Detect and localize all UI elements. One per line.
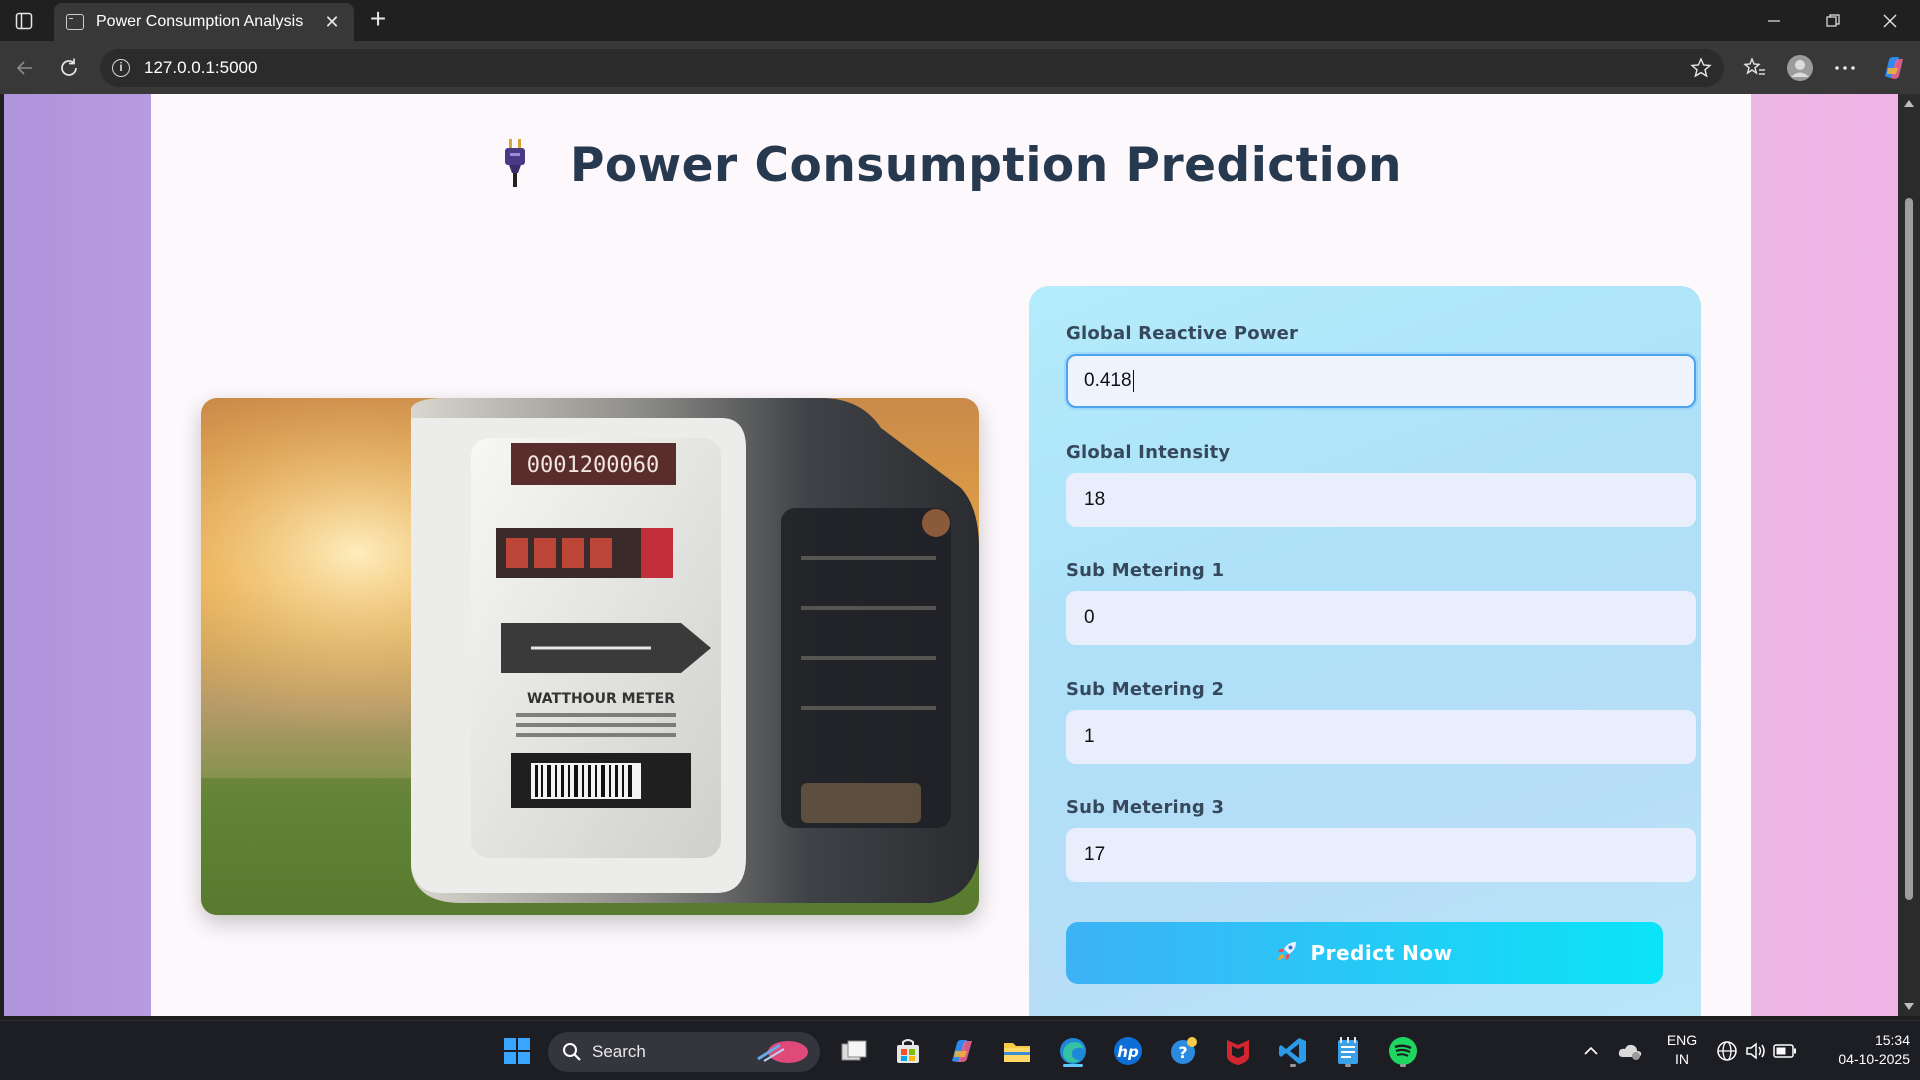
page-title-text: Power Consumption Prediction [569, 138, 1402, 193]
page-title: Power Consumption Prediction [151, 138, 1751, 193]
clock-date: 04-10-2025 [1838, 1051, 1910, 1067]
field-label: Global Reactive Power [1066, 323, 1299, 344]
browser-tab-active[interactable]: Power Consumption Analysis ✕ [54, 3, 354, 41]
clock[interactable]: 15:34 04-10-2025 [1810, 1031, 1910, 1069]
content-card: Power Consumption Prediction 0001200060 … [151, 94, 1751, 1016]
language-text: ENG [1666, 1032, 1698, 1048]
windows-start-icon[interactable] [499, 1033, 535, 1069]
input-value: 0.418 [1084, 370, 1132, 391]
task-view-icon[interactable] [836, 1033, 872, 1069]
input-value: 1 [1084, 726, 1095, 747]
field-label: Sub Metering 3 [1066, 797, 1225, 818]
input-value: 17 [1084, 844, 1106, 865]
file-explorer-icon[interactable] [999, 1033, 1035, 1069]
browser-titlebar: Power Consumption Analysis ✕ + [0, 0, 1920, 41]
tab-favicon-icon [66, 14, 84, 30]
more-options-icon[interactable] [1830, 53, 1860, 83]
notepad-icon[interactable] [1330, 1033, 1366, 1069]
copilot-icon[interactable] [1878, 53, 1908, 83]
tab-close-icon[interactable]: ✕ [322, 12, 342, 33]
scroll-up-icon[interactable] [1904, 100, 1914, 107]
site-info-icon[interactable]: i [112, 59, 130, 77]
meter-serial-text: 0001200060 [527, 453, 659, 478]
chevron-up-icon[interactable] [1575, 1033, 1607, 1069]
back-button[interactable] [10, 53, 40, 83]
refresh-button[interactable] [54, 53, 84, 83]
vscode-icon[interactable] [1275, 1033, 1311, 1069]
page-scrollbar[interactable] [1898, 94, 1920, 1016]
windows-taskbar: Search hp ? ENG IN 15:34 04-10-2025 [0, 1020, 1920, 1080]
search-icon [563, 1043, 581, 1061]
cloud-sync-icon[interactable] [1614, 1033, 1646, 1069]
rocket-icon [1276, 940, 1298, 967]
predict-button-label: Predict Now [1310, 941, 1453, 965]
close-window-button[interactable] [1870, 8, 1910, 34]
network-globe-icon[interactable] [1712, 1033, 1742, 1069]
electric-meter-image: 0001200060 WATTHOUR METER [201, 398, 979, 915]
url-text: 127.0.0.1:5000 [144, 58, 258, 77]
address-bar[interactable]: i 127.0.0.1:5000 [100, 49, 1724, 87]
field-label: Sub Metering 2 [1066, 679, 1225, 700]
scroll-down-icon[interactable] [1904, 1003, 1914, 1010]
field-sub-metering-1: Sub Metering 1 0 [1066, 560, 1696, 645]
field-sub-metering-3: Sub Metering 3 17 [1066, 797, 1696, 882]
svg-text:hp: hp [1117, 1043, 1139, 1061]
mcafee-icon[interactable] [1220, 1033, 1256, 1069]
prediction-form: Global Reactive Power 0.418 Global Inten… [1029, 286, 1701, 1016]
favorite-star-icon[interactable] [1690, 57, 1712, 84]
microsoft-store-icon[interactable] [890, 1033, 926, 1069]
scroll-thumb[interactable] [1905, 198, 1913, 900]
field-label: Sub Metering 1 [1066, 560, 1225, 581]
active-indicator [1063, 1064, 1083, 1067]
input-language-indicator[interactable]: ENG IN [1660, 1031, 1704, 1069]
profile-avatar-icon[interactable] [1785, 53, 1815, 83]
taskbar-search[interactable]: Search [548, 1032, 820, 1072]
browser-toolbar: i 127.0.0.1:5000 [0, 41, 1920, 94]
edge-browser-icon[interactable] [1055, 1033, 1091, 1069]
copilot-taskbar-icon[interactable] [944, 1033, 980, 1069]
minimize-button[interactable] [1754, 8, 1794, 34]
region-text: IN [1675, 1051, 1689, 1067]
running-indicator [1290, 1064, 1296, 1067]
input-value: 0 [1084, 607, 1095, 628]
search-highlight-icon [757, 1041, 808, 1063]
meter-label-text: WATTHOUR METER [527, 691, 675, 707]
running-indicator [1345, 1064, 1351, 1067]
volume-icon[interactable] [1741, 1033, 1771, 1069]
clock-time: 15:34 [1874, 1032, 1910, 1048]
tab-title: Power Consumption Analysis [96, 13, 304, 30]
hp-icon[interactable]: hp [1110, 1033, 1146, 1069]
field-label: Global Intensity [1066, 442, 1231, 463]
battery-icon[interactable] [1770, 1033, 1800, 1069]
running-indicator [1400, 1064, 1406, 1067]
help-icon[interactable]: ? [1166, 1033, 1202, 1069]
spotify-icon[interactable] [1385, 1033, 1421, 1069]
field-sub-metering-2: Sub Metering 2 1 [1066, 679, 1696, 764]
field-global-reactive-power: Global Reactive Power 0.418 [1066, 323, 1696, 408]
search-label: Search [592, 1042, 646, 1061]
field-global-intensity: Global Intensity 18 [1066, 442, 1696, 527]
input-value: 18 [1084, 489, 1106, 510]
page-viewport: Power Consumption Prediction 0001200060 … [4, 94, 1898, 1016]
svg-text:?: ? [1178, 1043, 1187, 1062]
favorites-icon[interactable] [1740, 53, 1770, 83]
sub-metering-2-input[interactable]: 1 [1066, 710, 1696, 764]
restore-button[interactable] [1813, 8, 1853, 34]
global-reactive-power-input[interactable]: 0.418 [1066, 354, 1696, 408]
global-intensity-input[interactable]: 18 [1066, 473, 1696, 527]
sub-metering-3-input[interactable]: 17 [1066, 828, 1696, 882]
predict-now-button[interactable]: Predict Now [1066, 922, 1663, 984]
tab-actions-icon[interactable] [12, 9, 36, 33]
new-tab-button[interactable]: + [364, 5, 392, 34]
sub-metering-1-input[interactable]: 0 [1066, 591, 1696, 645]
plug-icon [500, 139, 530, 187]
